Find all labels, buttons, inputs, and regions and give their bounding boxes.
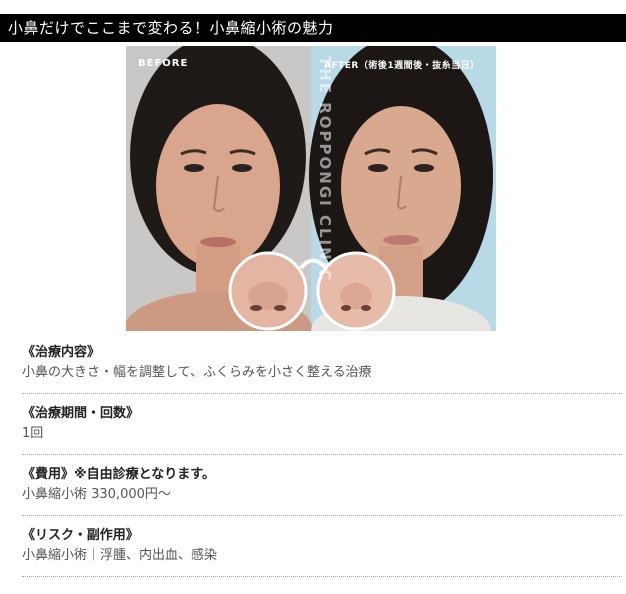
- page: 小鼻だけでここまで変わる！小鼻縮小術の魅力 BEFORE AFTER（術後1週間…: [0, 0, 626, 594]
- section-title-text: 《リスク・副作用》: [22, 528, 139, 543]
- clinic-watermark: THE ROPPONGI CLINIC: [316, 56, 334, 283]
- section-title-text: 《費用》: [22, 467, 75, 482]
- before-label: BEFORE: [138, 58, 189, 69]
- section-risks: 《リスク・副作用》 小鼻縮小術｜浮腫、内出血、感染: [22, 526, 622, 577]
- section-title: 《リスク・副作用》: [22, 526, 622, 546]
- section-body: 1回: [22, 426, 44, 441]
- section-cost: 《費用》※自由診療となります。 小鼻縮小術 330,000円〜: [22, 465, 622, 516]
- section-title: 《治療期間・回数》: [22, 404, 622, 424]
- section-body: 小鼻の大きさ・幅を調整して、ふくらみを小さく整える治療: [22, 365, 372, 380]
- section-title-text: 《治療内容》: [22, 345, 101, 360]
- section-body: 小鼻縮小術｜浮腫、内出血、感染: [22, 548, 218, 563]
- before-after-illustration: [126, 46, 496, 331]
- section-title: 《治療内容》: [22, 343, 622, 363]
- section-treatment-period: 《治療期間・回数》 1回: [22, 404, 622, 455]
- section-treatment-content: 《治療内容》 小鼻の大きさ・幅を調整して、ふくらみを小さく整える治療: [22, 343, 622, 394]
- section-title: 《費用》※自由診療となります。: [22, 465, 622, 485]
- before-after-photo: BEFORE AFTER（術後1週間後・抜糸当日） THE ROPPONGI C…: [126, 46, 496, 331]
- page-heading: 小鼻だけでここまで変わる！小鼻縮小術の魅力: [0, 14, 626, 42]
- section-title-text: 《治療期間・回数》: [22, 406, 140, 421]
- section-note: ※自由診療となります。: [74, 467, 215, 482]
- section-body: 小鼻縮小術 330,000円〜: [22, 487, 171, 502]
- after-label: AFTER（術後1週間後・抜糸当日）: [324, 61, 480, 71]
